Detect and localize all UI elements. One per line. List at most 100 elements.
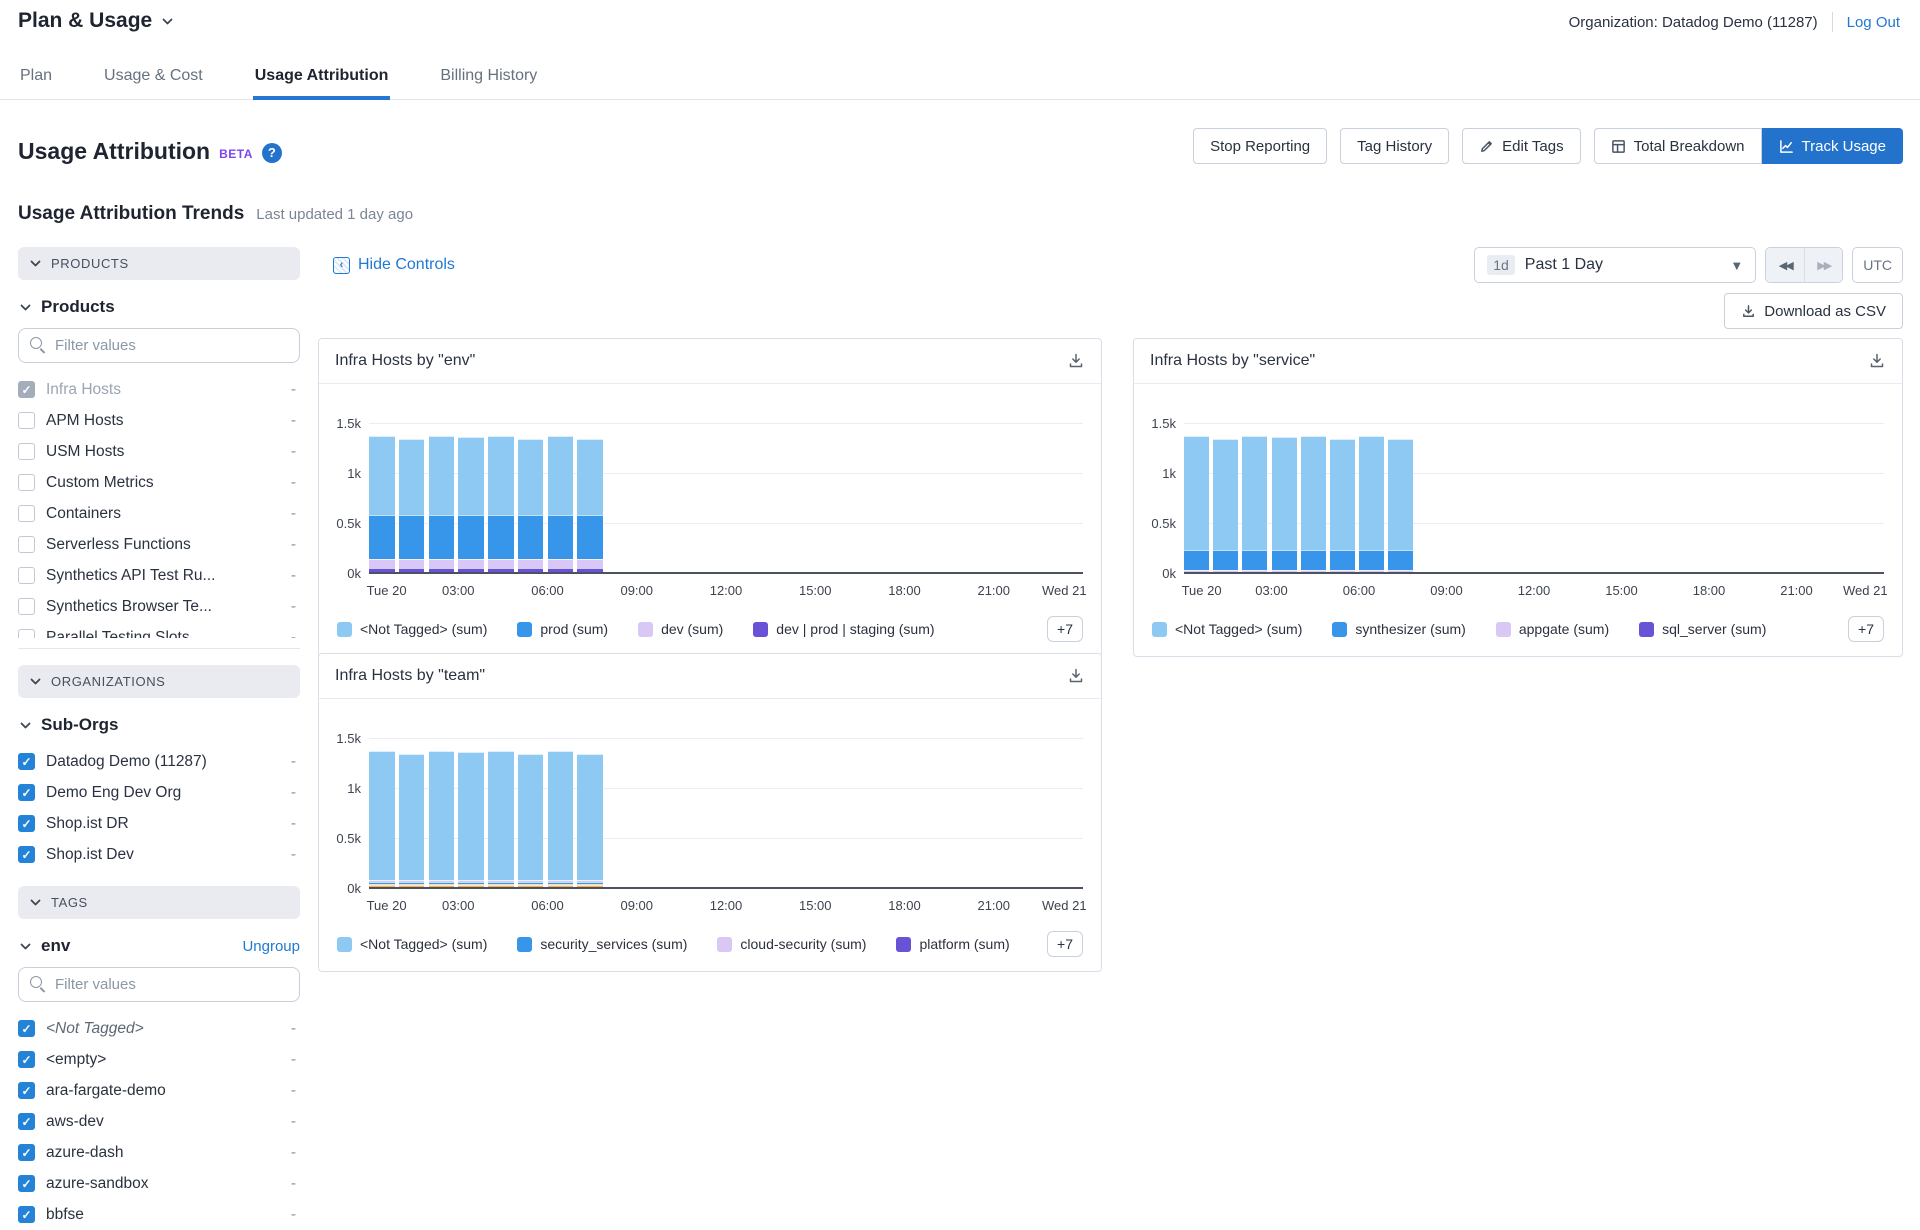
product-value: - bbox=[291, 474, 300, 492]
download-icon[interactable] bbox=[1868, 352, 1886, 370]
checkbox[interactable] bbox=[18, 536, 35, 553]
download-icon[interactable] bbox=[1067, 667, 1085, 685]
checkbox[interactable] bbox=[18, 412, 35, 429]
checkbox[interactable] bbox=[18, 1175, 35, 1192]
checkbox[interactable] bbox=[18, 567, 35, 584]
hide-controls-link[interactable]: ‹ Hide Controls bbox=[333, 256, 455, 274]
checkbox[interactable] bbox=[18, 381, 35, 398]
edit-tags-button[interactable]: Edit Tags bbox=[1462, 128, 1580, 164]
legend-item[interactable]: prod (sum) bbox=[517, 621, 608, 637]
legend-item[interactable]: <Not Tagged> (sum) bbox=[1152, 621, 1302, 637]
suborgs-group-title[interactable]: Sub-Orgs bbox=[20, 715, 300, 735]
bar bbox=[518, 754, 544, 889]
organizations-section-header[interactable]: ORGANIZATIONS bbox=[18, 665, 300, 698]
tab-usage-attribution[interactable]: Usage Attribution bbox=[253, 67, 391, 99]
download-icon[interactable] bbox=[1067, 352, 1085, 370]
tags-section-header[interactable]: TAGS bbox=[18, 886, 300, 919]
utc-button[interactable]: UTC bbox=[1852, 247, 1903, 283]
suborg-list-item[interactable]: Demo Eng Dev Org - bbox=[18, 777, 300, 808]
stop-reporting-button[interactable]: Stop Reporting bbox=[1193, 128, 1327, 164]
tag-value-list-item[interactable]: bbfse - bbox=[18, 1199, 300, 1230]
x-tick-label: 18:00 bbox=[888, 898, 921, 913]
tags-filter-input[interactable] bbox=[18, 967, 300, 1002]
tab-plan[interactable]: Plan bbox=[18, 67, 54, 99]
tab-bar: Plan Usage & Cost Usage Attribution Bill… bbox=[0, 56, 1920, 100]
time-range-select[interactable]: 1d Past 1 Day ▼ bbox=[1474, 247, 1756, 283]
products-section-header[interactable]: PRODUCTS bbox=[18, 247, 300, 280]
checkbox[interactable] bbox=[18, 598, 35, 615]
bar bbox=[458, 437, 484, 574]
checkbox[interactable] bbox=[18, 1051, 35, 1068]
pencil-icon bbox=[1479, 139, 1494, 154]
legend-overflow-badge[interactable]: +7 bbox=[1047, 616, 1083, 642]
product-list-item[interactable]: Containers - bbox=[18, 498, 300, 529]
tag-value-list-item[interactable]: <empty> - bbox=[18, 1044, 300, 1075]
checkbox[interactable] bbox=[18, 474, 35, 491]
product-list-item[interactable]: Infra Hosts - bbox=[18, 374, 300, 405]
legend-item[interactable]: platform (sum) bbox=[896, 936, 1009, 952]
suborg-list-item[interactable]: Shop.ist DR - bbox=[18, 808, 300, 839]
tag-value-list-item[interactable]: <Not Tagged> - bbox=[18, 1013, 300, 1044]
checkbox[interactable] bbox=[18, 1020, 35, 1037]
checkbox[interactable] bbox=[18, 846, 35, 863]
tag-value-list-item[interactable]: aws-dev - bbox=[18, 1106, 300, 1137]
suborg-list-item[interactable]: Datadog Demo (11287) - bbox=[18, 746, 300, 777]
x-tick-label: 03:00 bbox=[1255, 583, 1288, 598]
checkbox[interactable] bbox=[18, 505, 35, 522]
legend-item[interactable]: dev (sum) bbox=[638, 621, 723, 637]
x-tick-label: Wed 21 bbox=[1042, 898, 1087, 913]
checkbox[interactable] bbox=[18, 629, 35, 638]
bar bbox=[399, 754, 425, 889]
app-title-dropdown[interactable]: Plan & Usage bbox=[18, 9, 173, 33]
product-list-item[interactable]: USM Hosts - bbox=[18, 436, 300, 467]
product-list-item[interactable]: Parallel Testing Slots - bbox=[18, 622, 300, 638]
suborg-list-item[interactable]: Shop.ist Dev - bbox=[18, 839, 300, 870]
product-value: - bbox=[291, 505, 300, 523]
legend-item[interactable]: sql_server (sum) bbox=[1639, 621, 1766, 637]
logout-link[interactable]: Log Out bbox=[1847, 14, 1900, 31]
tab-usage-cost[interactable]: Usage & Cost bbox=[102, 67, 205, 99]
product-list-item[interactable]: Synthetics Browser Te... - bbox=[18, 591, 300, 622]
legend-item[interactable]: cloud-security (sum) bbox=[717, 936, 866, 952]
checkbox[interactable] bbox=[18, 1144, 35, 1161]
x-tick-label: 18:00 bbox=[1693, 583, 1726, 598]
bar bbox=[1388, 439, 1413, 574]
legend-item[interactable]: <Not Tagged> (sum) bbox=[337, 621, 487, 637]
tag-value-list-item[interactable]: azure-sandbox - bbox=[18, 1168, 300, 1199]
checkbox[interactable] bbox=[18, 1113, 35, 1130]
legend-overflow-badge[interactable]: +7 bbox=[1047, 931, 1083, 957]
bar bbox=[1184, 436, 1209, 574]
legend-item[interactable]: synthesizer (sum) bbox=[1332, 621, 1465, 637]
product-list-item[interactable]: Serverless Functions - bbox=[18, 529, 300, 560]
time-back-button[interactable]: ◀◀ bbox=[1766, 248, 1804, 282]
ungroup-link[interactable]: Ungroup bbox=[242, 938, 300, 955]
product-list-item[interactable]: Custom Metrics - bbox=[18, 467, 300, 498]
legend-item[interactable]: appgate (sum) bbox=[1496, 621, 1609, 637]
legend-item[interactable]: dev | prod | staging (sum) bbox=[753, 621, 934, 637]
tag-value-list-item[interactable]: azure-dash - bbox=[18, 1137, 300, 1168]
legend-item[interactable]: security_services (sum) bbox=[517, 936, 687, 952]
products-group-title[interactable]: Products bbox=[20, 297, 300, 317]
tag-history-button[interactable]: Tag History bbox=[1340, 128, 1449, 164]
legend-label: cloud-security (sum) bbox=[740, 936, 866, 952]
legend-overflow-badge[interactable]: +7 bbox=[1848, 616, 1884, 642]
tag-value-list-item[interactable]: ara-fargate-demo - bbox=[18, 1075, 300, 1106]
track-usage-button[interactable]: Track Usage bbox=[1762, 128, 1903, 164]
products-filter-input[interactable] bbox=[18, 328, 300, 363]
checkbox[interactable] bbox=[18, 815, 35, 832]
tag-group-title[interactable]: env Ungroup bbox=[20, 936, 300, 956]
checkbox[interactable] bbox=[18, 753, 35, 770]
total-breakdown-button[interactable]: Total Breakdown bbox=[1594, 128, 1762, 164]
product-list-item[interactable]: APM Hosts - bbox=[18, 405, 300, 436]
tab-billing-history[interactable]: Billing History bbox=[438, 67, 539, 99]
chart-legend: <Not Tagged> (sum) prod (sum) dev (sum) dev… bbox=[337, 616, 1083, 642]
download-csv-button[interactable]: Download as CSV bbox=[1724, 293, 1903, 329]
checkbox[interactable] bbox=[18, 784, 35, 801]
checkbox[interactable] bbox=[18, 1082, 35, 1099]
legend-item[interactable]: <Not Tagged> (sum) bbox=[337, 936, 487, 952]
product-list-item[interactable]: Synthetics API Test Ru... - bbox=[18, 560, 300, 591]
checkbox[interactable] bbox=[18, 1206, 35, 1223]
time-forward-button[interactable]: ▶▶ bbox=[1804, 248, 1842, 282]
checkbox[interactable] bbox=[18, 443, 35, 460]
help-icon[interactable]: ? bbox=[262, 143, 282, 163]
